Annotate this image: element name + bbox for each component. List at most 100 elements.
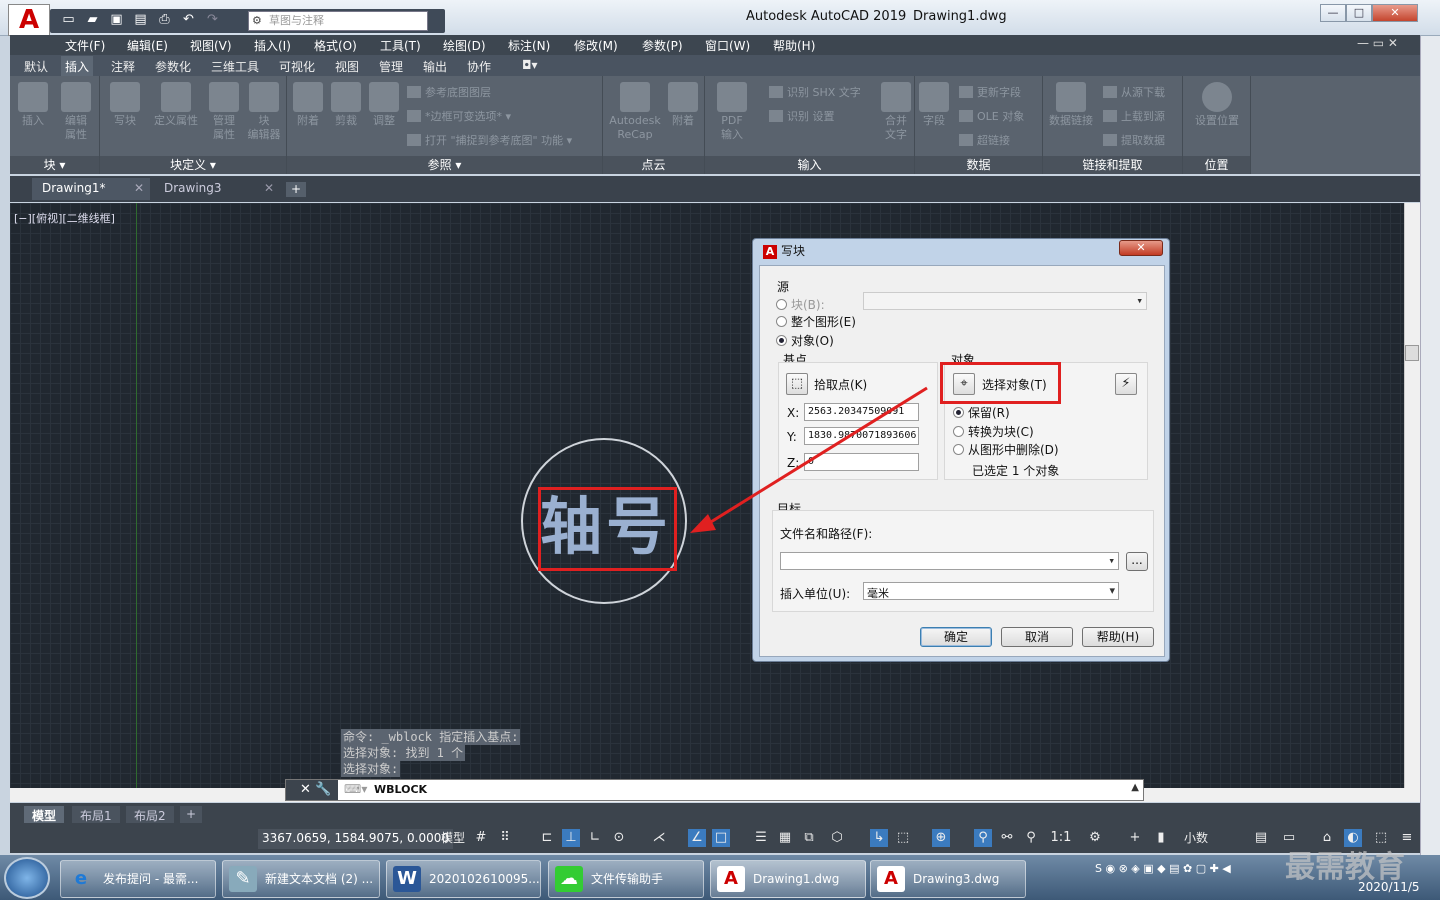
- units-icon[interactable]: ▮: [1152, 829, 1170, 847]
- pick-point-icon[interactable]: ⬚: [786, 373, 808, 395]
- menu-modify[interactable]: 修改(M): [574, 37, 618, 54]
- menu-window[interactable]: 窗口(W): [705, 37, 750, 54]
- doc-tab-drawing3[interactable]: Drawing3 ✕: [154, 178, 280, 200]
- ole-object-button[interactable]: OLE 对象: [959, 108, 1024, 124]
- auto-scale-icon[interactable]: ⚯: [998, 829, 1016, 847]
- dialog-close-button[interactable]: ✕: [1119, 240, 1163, 256]
- menu-parametric[interactable]: 参数(P): [642, 37, 683, 54]
- tray-clock[interactable]: 2020/11/5: [1358, 880, 1420, 894]
- selection-filter-icon[interactable]: ⬚: [894, 829, 912, 847]
- radio-whole-drawing[interactable]: 整个图形(E): [776, 313, 856, 330]
- object-snap-tracking-icon[interactable]: ∠: [688, 829, 706, 847]
- taskbar-item-wechat[interactable]: ☁ 文件传输助手: [548, 860, 704, 898]
- extract-data-button[interactable]: 提取数据: [1103, 132, 1165, 148]
- taskbar-item-word[interactable]: W 2020102610095...: [386, 860, 541, 898]
- wrench-icon[interactable]: 🔧: [315, 782, 331, 797]
- tab-parametric[interactable]: 参数化: [155, 58, 191, 75]
- infer-constraints-icon[interactable]: ⊏: [538, 829, 556, 847]
- system-tray-icons[interactable]: S ◉ ⊗ ◈ ▣ ◆ ▤ ✿ ▢ ✚ ◀: [1095, 862, 1231, 875]
- menu-insert[interactable]: 插入(I): [254, 37, 291, 54]
- ok-button[interactable]: 确定: [920, 627, 992, 647]
- data-link-button[interactable]: 数据链接: [1045, 82, 1097, 128]
- menu-dimension[interactable]: 标注(N): [508, 37, 550, 54]
- snap-underlay-dropdown[interactable]: 打开 "捕捉到参考底图" 功能 ▾: [407, 132, 572, 148]
- isodraft-icon[interactable]: ⋌: [650, 829, 668, 847]
- tab-output[interactable]: 输出: [423, 58, 447, 75]
- attach-button[interactable]: 附着: [291, 82, 325, 128]
- drawing-canvas[interactable]: [10, 203, 1408, 788]
- autocad-app-menu-button[interactable]: A: [8, 4, 50, 36]
- new-file-icon[interactable]: ▭: [58, 10, 79, 30]
- tab-annotate[interactable]: 注释: [111, 58, 135, 75]
- pdf-import-button[interactable]: PDF 输入: [711, 82, 753, 142]
- quick-select-icon[interactable]: ⚡: [1115, 373, 1137, 395]
- y-input[interactable]: 1830.9870071893606: [804, 427, 919, 445]
- annotation-scale-icon[interactable]: ⚲: [1022, 829, 1040, 847]
- layout-tab-model[interactable]: 模型: [24, 806, 65, 823]
- radio-retain[interactable]: 保留(R): [953, 404, 1010, 421]
- coordinate-readout[interactable]: 3367.0659, 1584.9075, 0.0000: [258, 829, 454, 849]
- tab-view[interactable]: 视图: [335, 58, 359, 75]
- browse-button[interactable]: ...: [1126, 552, 1148, 571]
- panel-title-block-definition[interactable]: 块定义 ▾: [100, 156, 286, 174]
- close-icon[interactable]: ✕: [264, 181, 274, 195]
- viewport-controls[interactable]: [−][俯视][二维线框]: [14, 210, 115, 226]
- grid-icon[interactable]: #: [472, 829, 490, 847]
- hyperlink-button[interactable]: 超链接: [959, 132, 1010, 148]
- taskbar-item-browser[interactable]: e 发布提问 - 最需...: [60, 860, 216, 898]
- upload-to-source-button[interactable]: 上载到源: [1103, 108, 1165, 124]
- workspace-switch-icon[interactable]: ⚙: [1086, 829, 1104, 847]
- save-as-icon[interactable]: ▤: [130, 10, 151, 30]
- menu-draw[interactable]: 绘图(D): [443, 37, 486, 54]
- menu-view[interactable]: 视图(V): [190, 37, 232, 54]
- menu-file[interactable]: 文件(F): [65, 37, 105, 54]
- frame-options-dropdown[interactable]: *边框可变选项* ▾: [407, 108, 511, 124]
- close-icon[interactable]: ✕: [134, 181, 144, 195]
- lineweight-icon[interactable]: ☰: [752, 829, 770, 847]
- model-space-button[interactable]: 模型: [440, 829, 466, 847]
- selection-cycling-icon[interactable]: ⧉: [800, 829, 818, 847]
- download-from-source-button[interactable]: 从源下载: [1103, 84, 1165, 100]
- mdi-window-controls[interactable]: — ▭ ✕: [1357, 36, 1398, 50]
- tab-default[interactable]: 默认: [24, 58, 48, 75]
- field-button[interactable]: 字段: [917, 82, 951, 128]
- object-snap-icon[interactable]: □: [712, 829, 730, 847]
- start-button[interactable]: [4, 857, 50, 899]
- command-input[interactable]: WBLOCK: [374, 783, 427, 796]
- command-prompt-icon[interactable]: ⌨▾: [344, 782, 367, 796]
- insert-block-button[interactable]: 插入: [14, 82, 52, 128]
- filename-input[interactable]: [780, 552, 1119, 570]
- x-input[interactable]: 2563.20347509091: [804, 403, 919, 421]
- taskbar-item-drawing1[interactable]: A Drawing1.dwg: [710, 860, 866, 898]
- menu-tools[interactable]: 工具(T): [380, 37, 421, 54]
- vertical-scrollbar[interactable]: [1404, 203, 1420, 788]
- radio-objects[interactable]: 对象(O): [776, 332, 834, 349]
- 3d-osnap-icon[interactable]: ⬡: [828, 829, 846, 847]
- set-location-button[interactable]: 设置位置: [1185, 82, 1249, 128]
- edit-attribute-button[interactable]: 编辑 属性: [56, 82, 96, 142]
- print-icon[interactable]: ⎙: [154, 10, 175, 30]
- command-expand-icon[interactable]: ▲: [1131, 782, 1139, 793]
- polar-icon[interactable]: ⊙: [610, 829, 628, 847]
- tab-3d-tools[interactable]: 三维工具: [211, 58, 259, 75]
- outer-scrollbar[interactable]: [1420, 36, 1440, 856]
- workspace-select[interactable]: ⚙ 草图与注释: [248, 11, 428, 31]
- radio-delete-from-drawing[interactable]: 从图形中删除(D): [953, 441, 1059, 458]
- dynamic-ucs-icon[interactable]: ↳: [870, 829, 888, 847]
- autodesk-recap-button[interactable]: Autodesk ReCap: [605, 82, 665, 142]
- menu-edit[interactable]: 编辑(E): [127, 37, 168, 54]
- layout-tab-layout2[interactable]: 布局2: [126, 806, 174, 823]
- add-layout-button[interactable]: +: [180, 806, 203, 823]
- dynamic-input-icon[interactable]: ⊥: [562, 829, 580, 847]
- tab-manage[interactable]: 管理: [379, 58, 403, 75]
- menu-help[interactable]: 帮助(H): [773, 37, 815, 54]
- snap-icon[interactable]: ⠿: [496, 829, 514, 847]
- taskbar-item-drawing3[interactable]: A Drawing3.dwg: [870, 860, 1026, 898]
- save-icon[interactable]: ▣: [106, 10, 127, 30]
- recognition-settings-button[interactable]: 识别 设置: [769, 108, 835, 124]
- panel-title-block[interactable]: 块 ▾: [10, 156, 99, 174]
- quick-properties-icon[interactable]: ▤: [1252, 829, 1270, 847]
- underlay-layers-button[interactable]: 参考底图图层: [407, 84, 491, 100]
- panel-title-reference[interactable]: 参照 ▾: [287, 156, 602, 174]
- vertical-scroll-thumb[interactable]: [1405, 345, 1419, 361]
